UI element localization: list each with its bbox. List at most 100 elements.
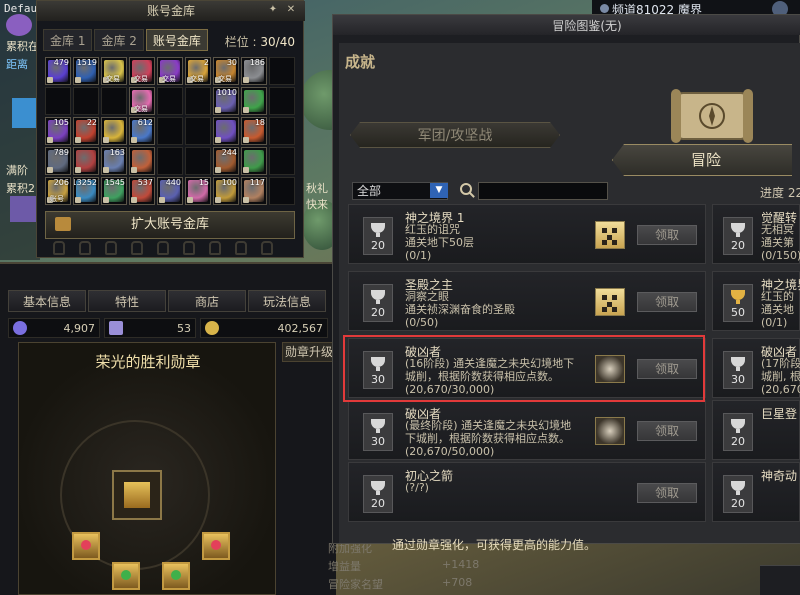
vault-slot[interactable]: 18 <box>241 117 267 145</box>
medal-gem-slot[interactable] <box>112 562 140 590</box>
tab-military-siege[interactable]: 军团/攻坚战 <box>350 122 560 148</box>
vault-slot[interactable] <box>269 177 295 205</box>
vault-slot[interactable]: 440 <box>157 177 183 205</box>
vault-slot[interactable] <box>185 87 211 115</box>
vault-slot[interactable]: 交易 <box>101 57 127 85</box>
tab-basic-info[interactable]: 基本信息 <box>8 290 86 312</box>
vault-slot[interactable]: 244 <box>213 147 239 175</box>
vault-slot[interactable]: 105 <box>45 117 71 145</box>
vault-slot[interactable] <box>45 87 71 115</box>
search-input[interactable] <box>478 182 608 200</box>
vault-slot[interactable]: 537 <box>129 177 155 205</box>
vault-slot[interactable] <box>185 117 211 145</box>
vault-slot[interactable]: 789 <box>45 147 71 175</box>
tab-vault-1[interactable]: 金库 1 <box>43 29 93 51</box>
vault-slot[interactable] <box>73 87 99 115</box>
vault-slot[interactable]: 13252 <box>73 177 99 205</box>
tab-account-vault[interactable]: 账号金库 <box>145 29 208 51</box>
medal-icon <box>124 482 150 508</box>
bind-lock-icon <box>47 77 53 83</box>
vault-slot[interactable] <box>213 117 239 145</box>
achievement-desc: 无相冥 <box>761 223 794 236</box>
achievement-points: 20 <box>731 239 745 252</box>
vault-slot[interactable]: 117 <box>241 177 267 205</box>
vault-slot[interactable] <box>101 87 127 115</box>
claim-button[interactable]: 领取 <box>637 483 697 503</box>
item-quantity: 13252 <box>73 178 97 187</box>
vault-slot[interactable]: 100 <box>213 177 239 205</box>
vault-slot[interactable]: 交易 <box>157 57 183 85</box>
lock-icon <box>157 241 169 255</box>
close-icon[interactable]: ✕ <box>285 4 297 16</box>
vault-slot[interactable]: 交易 <box>129 57 155 85</box>
vault-slot[interactable]: 163 <box>101 147 127 175</box>
vault-slot[interactable]: 22 <box>73 117 99 145</box>
tab-adventure[interactable]: 冒险 <box>612 144 792 176</box>
channel-icon <box>600 4 609 13</box>
vault-slot[interactable]: 30 交易 <box>213 57 239 85</box>
vault-slot[interactable] <box>269 87 295 115</box>
vault-slot[interactable] <box>101 117 127 145</box>
vault-slot[interactable] <box>157 147 183 175</box>
tab-traits[interactable]: 特性 <box>88 290 166 312</box>
expand-vault-button[interactable]: 扩大账号金库 <box>45 211 295 239</box>
dice-reward-icon[interactable] <box>595 221 625 249</box>
vault-slot[interactable]: 186 <box>241 57 267 85</box>
vault-slot[interactable]: 612 <box>129 117 155 145</box>
vault-slot[interactable] <box>157 117 183 145</box>
achievement-card: 20 圣殿之主 洞察之眼 通关祯深渊奋食的圣殿 (0/50) 领取 <box>348 271 706 331</box>
medal-gem-slot[interactable] <box>162 562 190 590</box>
avatar[interactable] <box>6 14 32 36</box>
event-text: 快来 <box>306 198 328 211</box>
vault-slot[interactable] <box>269 147 295 175</box>
emblem-reward-icon[interactable] <box>595 417 625 445</box>
achievement-points: 50 <box>731 306 745 319</box>
tab-gameplay-info[interactable]: 玩法信息 <box>248 290 326 312</box>
item-trade-tag: 交易 <box>162 75 176 83</box>
vault-slot[interactable]: 1545 <box>101 177 127 205</box>
vault-slot[interactable] <box>269 117 295 145</box>
item-quantity: 479 <box>53 58 69 67</box>
hud-text: 距离 <box>6 58 28 71</box>
vault-slot[interactable] <box>185 147 211 175</box>
quick-slot-bar[interactable] <box>760 565 800 595</box>
tab-vault-2[interactable]: 金库 2 <box>94 29 144 51</box>
vault-slot[interactable] <box>73 147 99 175</box>
vault-slot[interactable]: 2 交易 <box>185 57 211 85</box>
event-text: 秋礼 <box>306 182 328 195</box>
vault-slot[interactable] <box>241 87 267 115</box>
hud-text: 累积在 <box>6 40 39 53</box>
claim-button[interactable]: 领取 <box>637 225 697 245</box>
event-icon[interactable] <box>10 196 36 222</box>
bind-lock-icon <box>243 107 249 113</box>
vault-slot[interactable]: 15 <box>185 177 211 205</box>
pin-icon[interactable]: ✦ <box>267 4 279 16</box>
item-quantity: 244 <box>221 148 237 157</box>
lock-icon <box>183 241 195 255</box>
claim-button[interactable]: 领取 <box>637 421 697 441</box>
vault-slot[interactable] <box>129 147 155 175</box>
buff-icon[interactable] <box>12 98 36 128</box>
dice-reward-icon[interactable] <box>595 288 625 316</box>
claim-button[interactable]: 领取 <box>637 292 697 312</box>
achievement-desc: 通关祯深渊奋食的圣殿 <box>405 303 515 316</box>
red-gem-icon <box>81 540 91 550</box>
vault-slot[interactable]: 交易 <box>129 87 155 115</box>
item-trade-tag: 交易 <box>218 75 232 83</box>
vault-slot[interactable] <box>269 57 295 85</box>
vault-slot[interactable]: 1519 <box>73 57 99 85</box>
chevron-down-icon[interactable]: ▼ <box>430 183 448 198</box>
stat-value: +708 <box>442 576 473 589</box>
medal-gem-slot[interactable] <box>202 532 230 560</box>
vault-slot[interactable]: 479 <box>45 57 71 85</box>
medal-gem-slot[interactable] <box>72 532 100 560</box>
vault-slot[interactable] <box>241 147 267 175</box>
vault-slot[interactable] <box>157 87 183 115</box>
tab-shop[interactable]: 商店 <box>168 290 246 312</box>
vault-tabs: 金库 1 金库 2 账号金库 <box>43 29 208 51</box>
achievement-progress: (0/1) <box>761 316 788 329</box>
vault-slot[interactable]: 1010 <box>213 87 239 115</box>
tab-medal-upgrade[interactable]: 勋章升级 <box>282 342 336 362</box>
vault-slot[interactable]: 206 账号 <box>45 177 71 205</box>
bind-lock-icon <box>187 197 193 203</box>
